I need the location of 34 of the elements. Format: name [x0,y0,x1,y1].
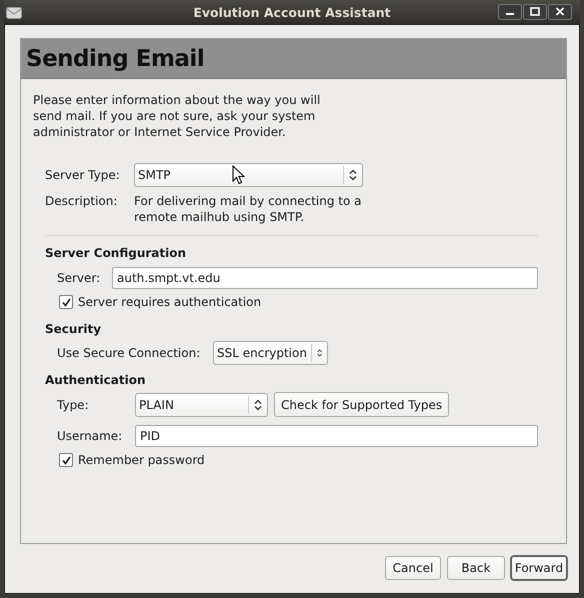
section-heading: Security [44,322,102,336]
field-label: Use Secure Connection: [57,346,202,360]
dialog-button[interactable]: Back [447,556,505,580]
updown-icon [349,169,357,181]
username-field[interactable]: PID [135,425,538,447]
field-label: Server: [57,271,102,285]
authentication-checkbox[interactable]: Server requires authentication [59,295,262,309]
server-field[interactable]: auth.smpt.vt.edu [112,267,538,289]
field-label: Username: [57,429,124,443]
section-heading: Server Configuration [44,246,188,260]
minimize-icon[interactable] [498,4,522,20]
field-label: Type: [57,398,90,412]
updown-icon [316,347,322,359]
field-label: Description: [45,193,118,209]
dialog-button[interactable]: Cancel [385,556,441,580]
window-title: Evolution Account Assistant [193,4,391,20]
remember-password-checkbox[interactable]: Remember password [59,453,205,467]
description-text: For delivering mail by connecting to a remote mailhub using SMTP. [134,193,363,225]
maximize-icon[interactable] [523,4,547,20]
secure-connection-dropdown[interactable]: SSL encryption [213,341,328,365]
checkbox[interactable] [59,453,73,467]
checkbox[interactable] [59,295,73,309]
server-type-dropdown[interactable]: SMTP [134,163,363,187]
close-icon[interactable] [548,4,572,20]
dialog-button[interactable]: Forward [511,556,567,580]
auth-type-dropdown[interactable]: PLAIN [135,392,268,416]
envelope-icon [6,5,22,19]
updown-icon [254,398,262,410]
pointer-icon [232,165,245,185]
check-types-button[interactable]: Check for Supported Types [274,392,450,417]
page-title: Sending Email [26,46,204,72]
intro-text: Please enter information about the way you will send mail. If you are not sure, ask your system administrator or Internet Service Provider. [33,92,322,140]
field-label: Server Type: [45,168,121,182]
section-heading: Authentication [44,373,146,387]
